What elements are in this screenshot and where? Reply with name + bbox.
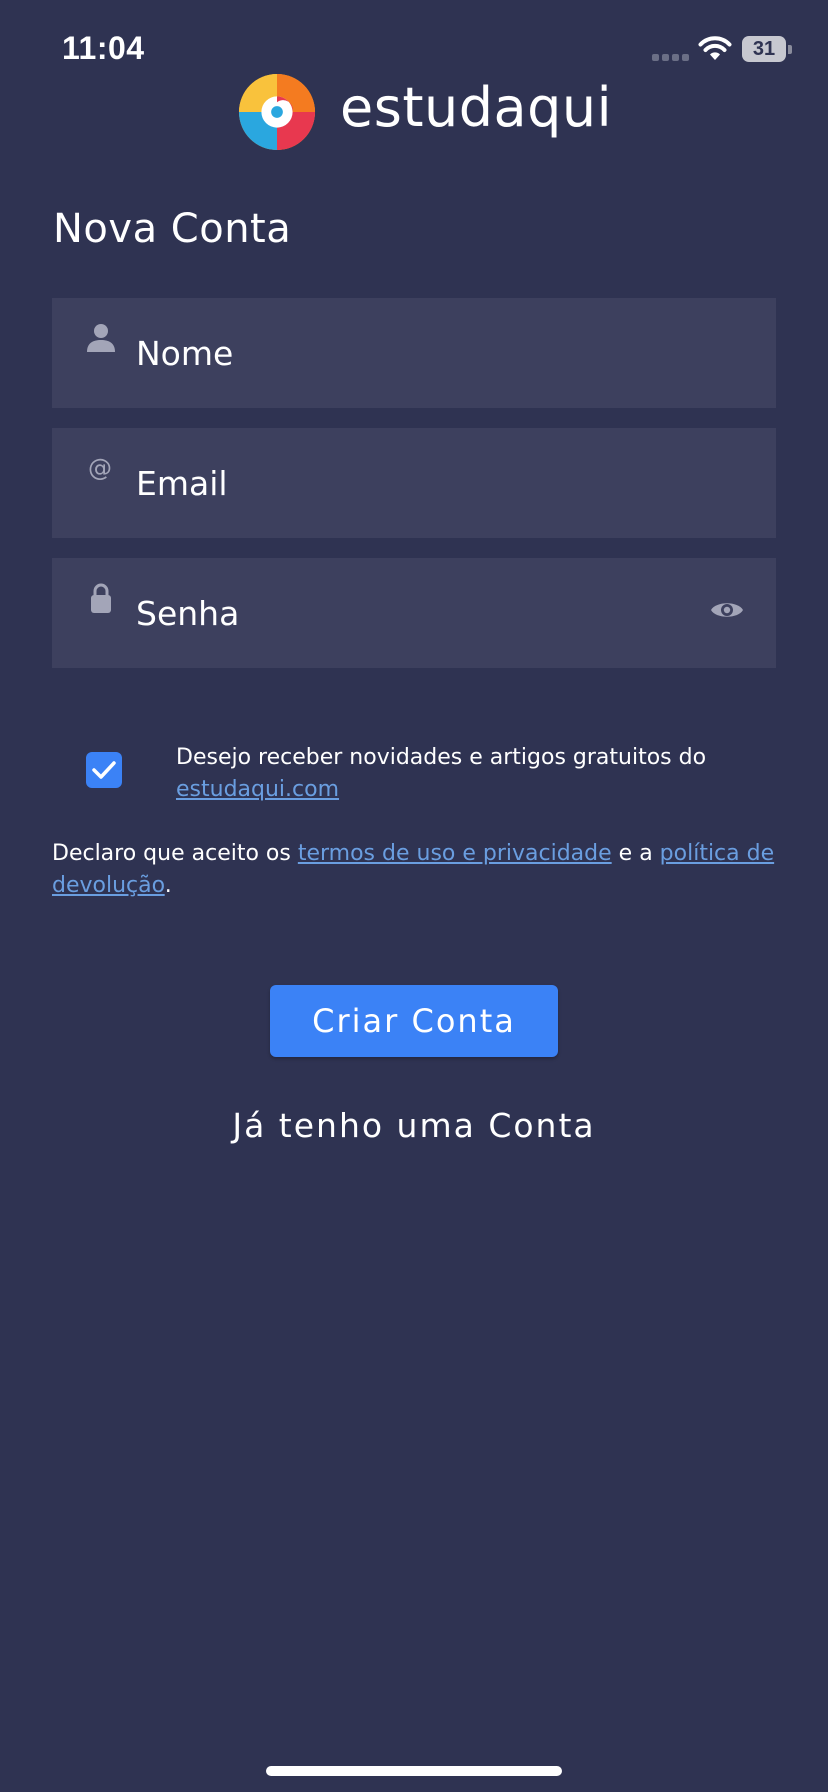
home-indicator[interactable] — [266, 1766, 562, 1776]
person-icon — [87, 324, 115, 352]
newsletter-label: Desejo receber novidades e artigos gratu… — [176, 742, 766, 806]
status-time: 11:04 — [62, 30, 145, 66]
create-account-button[interactable]: Criar Conta — [270, 985, 558, 1057]
checkmark-icon — [92, 761, 116, 779]
estudaqui-site-link[interactable]: estudaqui.com — [176, 777, 339, 802]
terms-middle: e a — [611, 841, 660, 866]
terms-statement: Declaro que aceito os termos de uso e pr… — [52, 838, 782, 902]
newsletter-option: Desejo receber novidades e artigos gratu… — [52, 738, 776, 808]
terms-of-use-link[interactable]: termos de uso e privacidade — [298, 841, 612, 866]
email-input[interactable] — [136, 452, 696, 514]
terms-prefix: Declaro que aceito os — [52, 841, 298, 866]
wifi-icon — [698, 36, 732, 60]
email-field[interactable]: @ — [52, 428, 776, 538]
signup-screen: 11:04 31 estudaqui Nova Conta Nome @ Ema… — [0, 0, 828, 1792]
brand-name: estudaqui — [340, 76, 613, 139]
existing-account-link[interactable]: Já tenho uma Conta — [0, 1105, 828, 1146]
svg-text:@: @ — [88, 454, 112, 482]
newsletter-checkbox[interactable] — [86, 752, 122, 788]
at-icon: @ — [88, 454, 112, 482]
battery-level: 31 — [742, 36, 786, 62]
eye-icon[interactable] — [710, 598, 744, 622]
name-field[interactable] — [52, 298, 776, 408]
name-input[interactable] — [136, 322, 696, 384]
password-field[interactable] — [52, 558, 776, 668]
estudaqui-swirl-logo-icon — [238, 73, 316, 151]
brand-logo: estudaqui — [238, 72, 612, 152]
page-title: Nova Conta — [53, 206, 292, 252]
terms-suffix: . — [164, 873, 172, 898]
battery-icon: 31 — [742, 36, 792, 62]
lock-icon — [91, 583, 111, 613]
password-input[interactable] — [136, 582, 696, 644]
cellular-signal-icon — [652, 54, 689, 61]
newsletter-text: Desejo receber novidades e artigos gratu… — [176, 745, 707, 770]
